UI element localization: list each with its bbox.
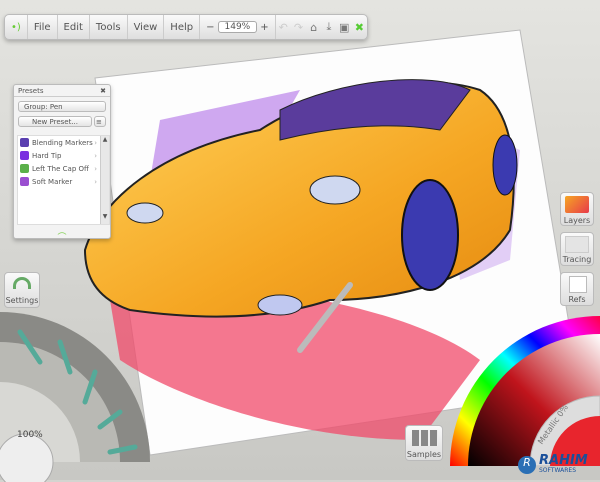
zoom-input[interactable]: 149%	[217, 21, 258, 33]
color-picker[interactable]	[450, 316, 600, 466]
panel-grip-icon[interactable]: ︵	[14, 224, 110, 237]
menu-tools[interactable]: Tools	[90, 15, 128, 39]
fullscreen-icon[interactable]: ✖	[352, 21, 367, 34]
chevron-right-icon: ›	[94, 177, 97, 186]
presets-title: Presets	[18, 87, 44, 95]
menu-help[interactable]: Help	[164, 15, 201, 39]
tracing-button[interactable]: Tracing	[560, 232, 594, 266]
preset-swatch-icon	[20, 164, 29, 173]
chevron-right-icon: ›	[94, 138, 97, 147]
refs-label: Refs	[568, 295, 586, 304]
settings-icon	[13, 277, 31, 289]
watermark-name: RAHIM	[539, 453, 588, 468]
menu-file[interactable]: File	[28, 15, 58, 39]
artrage-logo-icon[interactable]: •)	[5, 15, 28, 39]
artrage-workspace: •) File Edit Tools View Help − 149% + ↶ …	[0, 0, 600, 482]
tracing-label: Tracing	[562, 255, 592, 264]
tool-picker-wheel[interactable]	[0, 312, 160, 482]
preset-menu-button[interactable]: ≡	[94, 116, 106, 127]
chevron-right-icon: ›	[94, 151, 97, 160]
watermark-logo: R RAHIM SOFTWARES	[518, 453, 588, 474]
scrollbar[interactable]: ▲ ▼	[100, 136, 109, 224]
preset-item[interactable]: Left The Cap Off ›	[18, 162, 109, 175]
refs-button[interactable]: Refs	[560, 272, 594, 306]
close-icon[interactable]: ✖	[100, 87, 106, 95]
preset-label: Hard Tip	[32, 151, 62, 160]
preset-item[interactable]: Hard Tip ›	[18, 149, 109, 162]
zoom-out-button[interactable]: −	[206, 22, 214, 33]
settings-button[interactable]: Settings	[4, 272, 40, 308]
logo-icon: R	[518, 455, 536, 474]
export-icon[interactable]: ▣	[337, 21, 352, 34]
new-preset-button[interactable]: New Preset...	[18, 116, 92, 127]
layers-label: Layers	[563, 216, 591, 225]
preset-label: Blending Markers	[32, 138, 93, 147]
undo-icon[interactable]: ↶	[276, 21, 291, 34]
redo-icon[interactable]: ↷	[291, 21, 306, 34]
preset-item[interactable]: Soft Marker ›	[18, 175, 109, 188]
tool-size-readout[interactable]: 100%	[17, 430, 43, 440]
layers-thumbnail-icon	[565, 196, 589, 213]
preset-label: Left The Cap Off	[32, 164, 89, 173]
layers-button[interactable]: Layers	[560, 192, 594, 226]
preset-swatch-icon	[20, 177, 29, 186]
canvas-position-icon[interactable]: ⌂	[306, 21, 321, 34]
zoom-control: − 149% +	[200, 15, 276, 39]
tracing-icon	[565, 236, 589, 253]
zoom-in-button[interactable]: +	[260, 22, 268, 33]
presets-panel: Presets ✖ Group: Pen New Preset... ≡ Blen…	[13, 84, 111, 239]
menu-edit[interactable]: Edit	[58, 15, 90, 39]
preset-item[interactable]: Blending Markers ›	[18, 136, 109, 149]
preset-swatch-icon	[20, 138, 29, 147]
chevron-right-icon: ›	[94, 164, 97, 173]
preset-list: Blending Markers › Hard Tip › Left The Cap…	[17, 135, 110, 225]
samples-label: Samples	[406, 450, 442, 459]
preset-label: Soft Marker	[32, 177, 73, 186]
watermark-sub: SOFTWARES	[539, 467, 577, 474]
group-select[interactable]: Group: Pen	[18, 101, 106, 112]
samples-icon	[412, 430, 438, 446]
preset-swatch-icon	[20, 151, 29, 160]
settings-label: Settings	[5, 296, 39, 305]
menu-view[interactable]: View	[128, 15, 165, 39]
refs-icon	[569, 276, 587, 293]
main-toolbar: •) File Edit Tools View Help − 149% + ↶ …	[4, 14, 368, 40]
import-icon[interactable]: ⤓	[321, 20, 336, 34]
samples-button[interactable]: Samples	[405, 425, 443, 461]
